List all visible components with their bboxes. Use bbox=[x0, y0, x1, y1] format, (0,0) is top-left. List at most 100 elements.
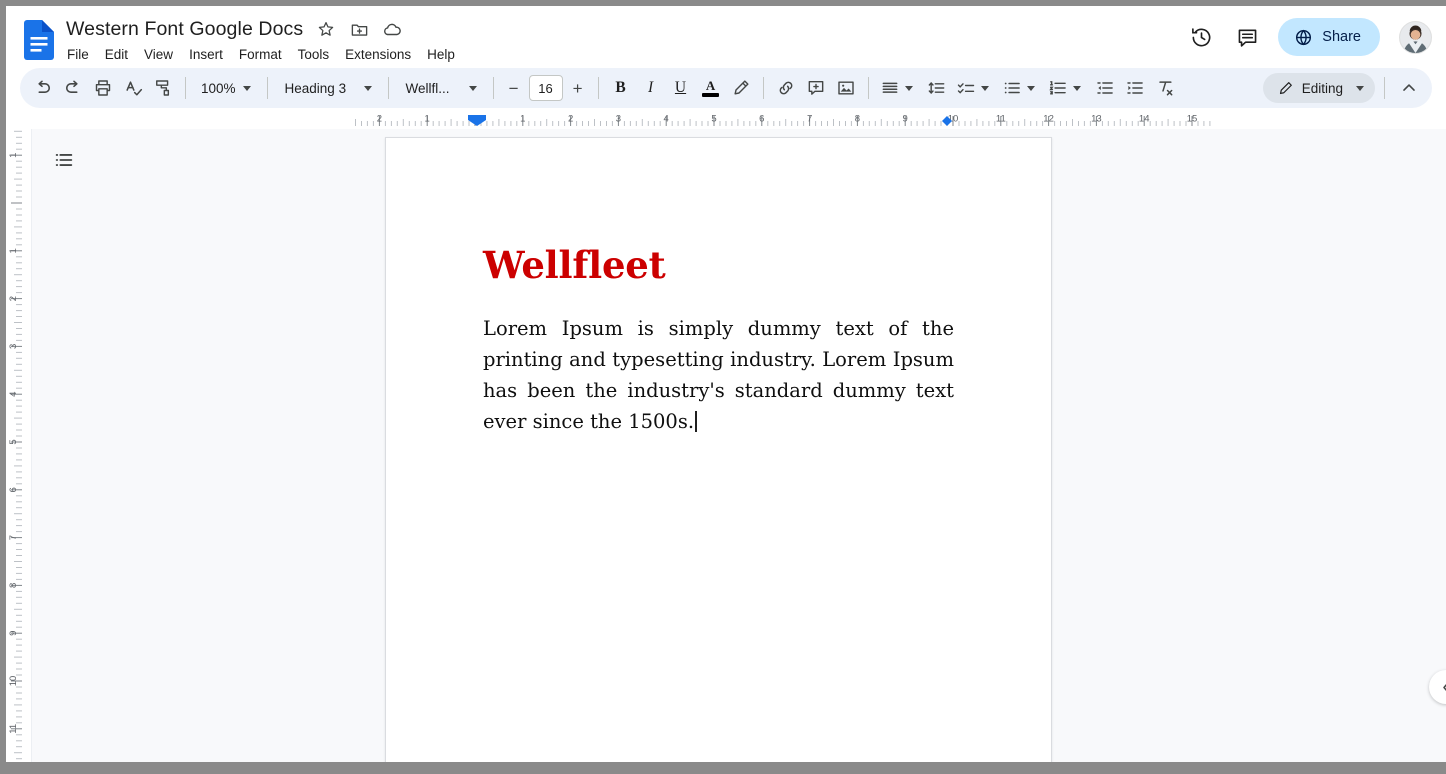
link-icon[interactable] bbox=[771, 73, 801, 103]
menu-format[interactable]: Format bbox=[231, 45, 290, 64]
globe-icon bbox=[1294, 28, 1313, 47]
move-to-folder-icon[interactable] bbox=[349, 19, 369, 39]
text-color-label: A bbox=[705, 78, 716, 93]
italic-label: I bbox=[647, 79, 654, 96]
svg-text:4: 4 bbox=[8, 392, 19, 397]
google-docs-window: Western Font Google Docs File Edit View … bbox=[0, 0, 1446, 774]
svg-text:8: 8 bbox=[8, 583, 19, 588]
svg-text:11: 11 bbox=[996, 114, 1006, 125]
chevron-down-icon bbox=[1356, 85, 1364, 91]
line-spacing-icon[interactable] bbox=[922, 73, 952, 103]
decrease-indent-icon[interactable] bbox=[1090, 73, 1120, 103]
comment-history-icon[interactable] bbox=[1228, 18, 1266, 56]
add-comment-icon[interactable] bbox=[801, 73, 831, 103]
svg-text:6: 6 bbox=[759, 114, 764, 125]
toolbar-right-group: Editing bbox=[1262, 73, 1424, 103]
decrease-font-size-button[interactable]: − bbox=[501, 75, 527, 101]
toolbar-divider bbox=[597, 77, 599, 99]
outline-sidebar bbox=[32, 129, 96, 768]
share-label: Share bbox=[1322, 29, 1361, 45]
spellcheck-icon[interactable] bbox=[118, 73, 148, 103]
svg-text:2: 2 bbox=[8, 296, 19, 301]
svg-text:1: 1 bbox=[8, 153, 19, 158]
toolbar-divider bbox=[867, 77, 869, 99]
font-family-control[interactable]: Wellfl... bbox=[396, 73, 486, 103]
svg-text:2: 2 bbox=[568, 114, 573, 125]
google-docs-logo[interactable] bbox=[22, 18, 56, 62]
avatar[interactable] bbox=[1399, 20, 1432, 54]
share-button[interactable]: Share bbox=[1278, 18, 1380, 56]
main-toolbar: 100% Heading 3 Wellfl... − 16 + B I U A … bbox=[20, 68, 1432, 108]
menu-bar: File Edit View Insert Format Tools Exten… bbox=[59, 45, 1182, 64]
pencil-icon bbox=[1277, 80, 1294, 97]
svg-text:4: 4 bbox=[664, 114, 669, 125]
indent-marker bbox=[468, 115, 486, 126]
star-icon[interactable] bbox=[316, 19, 336, 39]
page-title[interactable]: Western Font Google Docs bbox=[66, 18, 303, 41]
svg-text:13: 13 bbox=[1091, 114, 1102, 125]
paragraph-style-control[interactable]: Heading 3 bbox=[275, 73, 381, 103]
menu-extensions[interactable]: Extensions bbox=[337, 45, 419, 64]
menu-view[interactable]: View bbox=[136, 45, 181, 64]
paragraph-text: Lorem Ipsum is simply dummy text of the … bbox=[483, 316, 954, 433]
svg-text:1: 1 bbox=[425, 114, 430, 125]
svg-text:1: 1 bbox=[8, 248, 19, 253]
horizontal-ruler[interactable]: 2 1 1 2 3 4 5 6 7 8 9 10 11 12 13 14 15 bbox=[6, 112, 1446, 129]
editing-mode-button[interactable]: Editing bbox=[1262, 73, 1375, 103]
bold-button[interactable]: B bbox=[606, 73, 636, 103]
svg-text:5: 5 bbox=[711, 114, 716, 125]
print-icon[interactable] bbox=[88, 73, 118, 103]
align-icon[interactable] bbox=[876, 73, 922, 103]
toolbar-divider bbox=[1384, 77, 1385, 99]
header-actions: Share bbox=[1182, 18, 1432, 56]
collapse-toolbar-icon[interactable] bbox=[1394, 73, 1424, 103]
highlight-pen-icon[interactable] bbox=[726, 73, 756, 103]
toolbar-divider bbox=[266, 77, 268, 99]
menu-file[interactable]: File bbox=[59, 45, 97, 64]
document-outline-icon[interactable] bbox=[47, 143, 81, 177]
increase-indent-icon[interactable] bbox=[1120, 73, 1150, 103]
svg-text:9: 9 bbox=[903, 114, 908, 125]
text-cursor bbox=[695, 410, 697, 432]
document-paragraph[interactable]: Lorem Ipsum is simply dummy text of the … bbox=[483, 313, 954, 437]
horizontal-ruler-ticks: 2 1 1 2 3 4 5 6 7 8 9 10 11 12 13 14 15 bbox=[355, 114, 1211, 126]
document-heading[interactable]: Wellfleet bbox=[483, 244, 954, 287]
font-family-value: Wellfl... bbox=[405, 80, 450, 96]
zoom-control[interactable]: 100% bbox=[193, 73, 260, 103]
text-color-swatch bbox=[702, 93, 720, 97]
menu-tools[interactable]: Tools bbox=[290, 45, 338, 64]
increase-font-size-button[interactable]: + bbox=[565, 75, 591, 101]
numbered-list-icon[interactable] bbox=[1044, 73, 1090, 103]
toolbar-divider bbox=[387, 77, 389, 99]
undo-icon[interactable] bbox=[28, 73, 58, 103]
svg-text:15: 15 bbox=[1187, 114, 1198, 125]
menu-help[interactable]: Help bbox=[419, 45, 463, 64]
text-color-button[interactable]: A bbox=[696, 73, 726, 103]
checklist-icon[interactable] bbox=[952, 73, 998, 103]
chevron-down-icon bbox=[1026, 85, 1035, 91]
italic-button[interactable]: I bbox=[636, 73, 666, 103]
clear-formatting-icon[interactable] bbox=[1150, 73, 1180, 103]
bulleted-list-icon[interactable] bbox=[998, 73, 1044, 103]
menu-insert[interactable]: Insert bbox=[181, 45, 231, 64]
underline-button[interactable]: U bbox=[666, 73, 696, 103]
menu-edit[interactable]: Edit bbox=[97, 45, 136, 64]
chevron-down-icon bbox=[242, 85, 251, 91]
svg-text:1: 1 bbox=[520, 114, 525, 125]
redo-icon[interactable] bbox=[58, 73, 88, 103]
chevron-down-icon bbox=[980, 85, 989, 91]
page-content: Wellfleet Lorem Ipsum is simply dummy te… bbox=[386, 138, 1051, 437]
paint-format-icon[interactable] bbox=[148, 73, 178, 103]
cloud-saved-icon[interactable] bbox=[382, 19, 402, 39]
toolbar-divider bbox=[492, 77, 494, 99]
vertical-ruler[interactable]: 1123456789101112 bbox=[6, 129, 32, 768]
chevron-down-icon bbox=[468, 85, 477, 91]
svg-text:10: 10 bbox=[8, 676, 19, 687]
document-page[interactable]: Wellfleet Lorem Ipsum is simply dummy te… bbox=[385, 137, 1052, 768]
chevron-down-icon bbox=[1072, 85, 1081, 91]
version-history-icon[interactable] bbox=[1182, 18, 1220, 56]
insert-image-icon[interactable] bbox=[831, 73, 861, 103]
title-row: Western Font Google Docs bbox=[66, 16, 1182, 42]
font-size-input[interactable]: 16 bbox=[528, 75, 563, 101]
svg-text:8: 8 bbox=[855, 114, 860, 125]
